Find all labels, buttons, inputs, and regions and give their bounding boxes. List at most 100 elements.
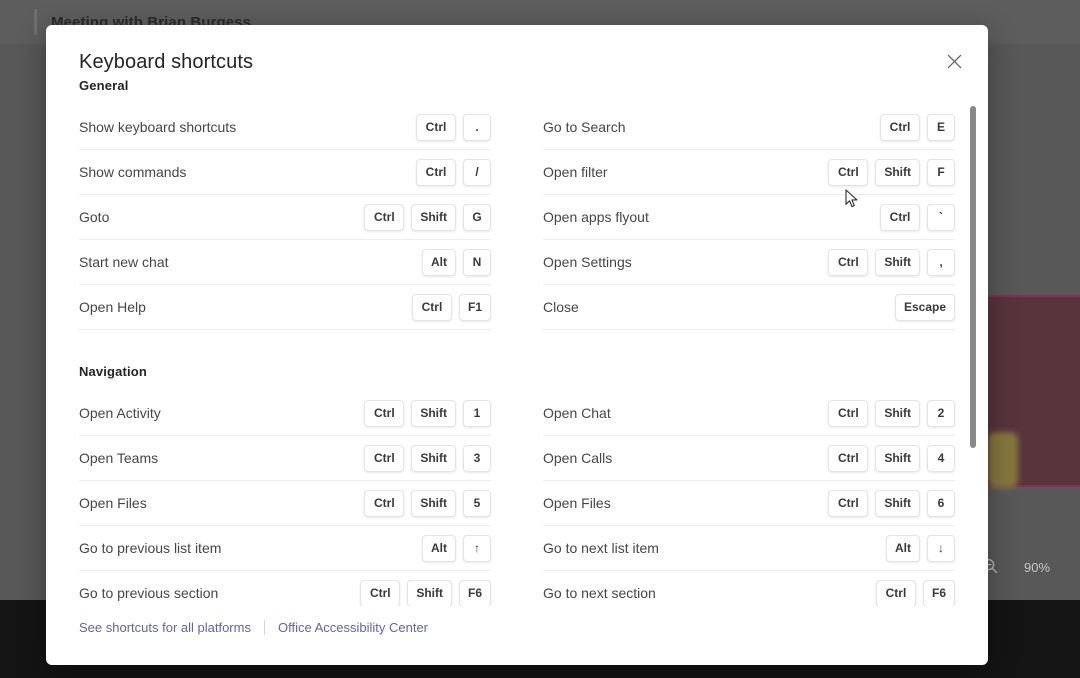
shortcut-row: Open ActivityCtrlShift1 xyxy=(79,391,491,436)
shortcut-label: Open Files xyxy=(543,495,611,511)
key-cap: Shift xyxy=(875,445,920,472)
shortcut-label: Open filter xyxy=(543,164,608,180)
key-cap: G xyxy=(463,204,491,231)
key-cap: Ctrl xyxy=(360,580,400,607)
keyboard-shortcuts-dialog: Keyboard shortcuts General Show keyboard … xyxy=(46,25,988,665)
shortcut-keys: CtrlShift4 xyxy=(828,445,955,472)
key-cap: Ctrl xyxy=(880,114,920,141)
key-cap: Ctrl xyxy=(828,400,868,427)
shortcut-section: NavigationOpen ActivityCtrlShift1Open Te… xyxy=(79,364,955,606)
key-cap: Alt xyxy=(422,535,456,562)
shortcut-label: Open Settings xyxy=(543,254,632,270)
shortcut-keys: Alt ↓ xyxy=(886,535,955,562)
key-cap: Shift xyxy=(875,159,920,186)
shortcut-grid: Show keyboard shortcuts Ctrl. Show command… xyxy=(79,105,955,330)
shortcut-row: Start new chatAltN xyxy=(79,240,491,285)
key-cap: Ctrl xyxy=(828,159,868,186)
participant-avatar-blob xyxy=(988,432,1018,488)
shortcut-label: Go to previous section xyxy=(79,585,218,601)
key-cap: F6 xyxy=(459,580,491,607)
shortcut-label: Start new chat xyxy=(79,254,169,270)
shortcut-row: Open filter Ctrl Shift F xyxy=(543,150,955,195)
shortcut-label: Open Files xyxy=(79,495,147,511)
key-cap: / xyxy=(463,159,491,186)
shortcut-keys: CtrlF1 xyxy=(412,294,491,321)
shortcut-label: Open apps flyout xyxy=(543,209,649,225)
shortcut-keys: Ctrl/ xyxy=(416,159,491,186)
key-cap: Ctrl xyxy=(828,249,868,276)
shortcut-keys: Ctrl. xyxy=(416,114,491,141)
shortcut-label: Close xyxy=(543,299,579,315)
shortcut-row: Go to SearchCtrlE xyxy=(543,105,955,150)
key-cap: 6 xyxy=(927,490,955,517)
key-cap: N xyxy=(463,249,491,276)
shortcut-row: Show commands Ctrl/ xyxy=(79,150,491,195)
dialog-title: Keyboard shortcuts xyxy=(79,51,956,74)
shortcut-sections: GeneralShow keyboard shortcutsCtrl.Show … xyxy=(79,78,955,606)
dialog-header: Keyboard shortcuts xyxy=(46,25,988,78)
shortcut-keys: CtrlShift2 xyxy=(828,400,955,427)
key-cap: 1 xyxy=(463,400,491,427)
shortcut-row: Go to next sectionCtrlF6 xyxy=(543,571,955,606)
shortcut-label: Go to previous list item xyxy=(79,540,221,556)
shortcut-label: Open Chat xyxy=(543,405,611,421)
zoom-control[interactable]: 90% xyxy=(982,558,1050,577)
shortcut-row: Open Teams CtrlShift3 xyxy=(79,436,491,481)
shortcut-keys: CtrlShift3 xyxy=(364,445,491,472)
key-cap: 3 xyxy=(463,445,491,472)
key-cap: . xyxy=(463,114,491,141)
see-shortcuts-all-platforms-link[interactable]: See shortcuts for all platforms xyxy=(79,620,251,635)
office-accessibility-center-link[interactable]: Office Accessibility Center xyxy=(278,620,428,635)
dialog-footer: See shortcuts for all platforms Office A… xyxy=(46,606,988,665)
footer-separator xyxy=(264,620,265,635)
shortcut-keys: Ctrl Shift F xyxy=(828,159,955,186)
key-cap: Ctrl xyxy=(364,400,404,427)
shortcut-keys: CtrlShiftF6 xyxy=(360,580,491,607)
key-cap: Alt xyxy=(886,535,920,562)
key-cap: Ctrl xyxy=(416,114,456,141)
key-cap: Shift xyxy=(875,490,920,517)
shortcut-row: Go to previous list item Alt↑ xyxy=(79,526,491,571)
shortcut-keys: Escape xyxy=(895,294,955,321)
shortcut-row: Open SettingsCtrlShift, xyxy=(543,240,955,285)
shortcut-keys: Ctrl Shift 1 xyxy=(364,400,491,427)
zoom-level-label: 90% xyxy=(1024,560,1050,575)
shortcut-label: Show commands xyxy=(79,164,186,180)
shortcut-row: Show keyboard shortcuts Ctrl. xyxy=(79,105,491,150)
shortcut-keys: Alt↑ xyxy=(422,535,491,562)
shortcut-label: Goto xyxy=(79,209,109,225)
shortcut-keys: Ctrl Shift G xyxy=(364,204,491,231)
shortcut-row: Go to previous section CtrlShiftF6 xyxy=(79,571,491,606)
key-cap: Shift xyxy=(875,249,920,276)
section-title: General xyxy=(79,78,955,93)
shortcut-row: Open FilesCtrlShift6 xyxy=(543,481,955,526)
key-cap: Shift xyxy=(411,204,456,231)
scrollbar-thumb[interactable] xyxy=(970,106,976,448)
shortcut-row: Open Files CtrlShift5 xyxy=(79,481,491,526)
key-cap: Ctrl xyxy=(828,445,868,472)
meeting-accent-bar xyxy=(34,9,37,35)
shortcut-row: Open CallsCtrlShift4 xyxy=(543,436,955,481)
shortcut-column-left: Open ActivityCtrlShift1Open TeamsCtrlShi… xyxy=(79,391,517,606)
key-cap: Ctrl xyxy=(364,204,404,231)
scrollbar-track[interactable] xyxy=(969,78,977,606)
shortcut-row: Open HelpCtrlF1 xyxy=(79,285,491,330)
shortcut-keys: Ctrl E xyxy=(880,114,955,141)
shortcut-label: Show keyboard shortcuts xyxy=(79,119,236,135)
shortcut-column-right: Open ChatCtrlShift2Open CallsCtrlShift4O… xyxy=(517,391,955,606)
key-cap: Ctrl xyxy=(880,204,920,231)
shortcut-keys: CtrlF6 xyxy=(876,580,955,607)
shortcut-row: Open apps flyoutCtrl` xyxy=(543,195,955,240)
key-cap: Shift xyxy=(411,400,456,427)
key-cap: E xyxy=(927,114,955,141)
key-cap: F1 xyxy=(459,294,491,321)
shortcut-row: Open Chat CtrlShift2 xyxy=(543,391,955,436)
key-cap: ↓ xyxy=(927,535,955,562)
shortcut-label: Open Teams xyxy=(79,450,158,466)
key-cap: F xyxy=(927,159,955,186)
close-button[interactable] xyxy=(938,47,970,79)
dialog-body: GeneralShow keyboard shortcutsCtrl.Show … xyxy=(46,78,988,606)
shortcut-row: Go to next list itemAlt↓ xyxy=(543,526,955,571)
shortcut-keys: CtrlShift5 xyxy=(364,490,491,517)
shortcut-keys: CtrlShift, xyxy=(828,249,955,276)
